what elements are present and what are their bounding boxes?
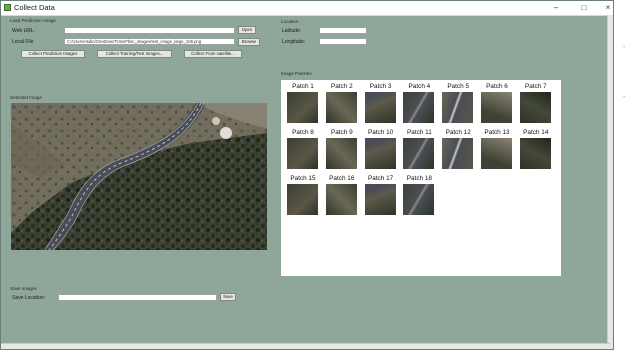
- local-file-input[interactable]: C:/Users/nsdin/OneDrive/Tcms/Fbsc_images…: [64, 38, 235, 45]
- title-bar: Collect Data – □ ×: [1, 1, 613, 16]
- patch-label: Patch 4: [408, 83, 431, 90]
- location-section-title: Location: [281, 19, 299, 24]
- patch-image: [519, 92, 551, 123]
- patch-label: Patch 11: [407, 129, 432, 136]
- longitude-label: Longitude:: [282, 39, 306, 45]
- patch-image: [325, 184, 357, 215]
- image-patch: Patch 6: [481, 83, 513, 123]
- image-patch: Patch 16: [325, 175, 358, 215]
- minimize-button[interactable]: –: [547, 2, 565, 14]
- image-patch: Patch 2: [325, 83, 358, 123]
- image-patch: Patch 14: [519, 129, 552, 169]
- image-patch: Patch 12: [442, 129, 474, 169]
- image-patch: Patch 5: [442, 83, 474, 123]
- save-location-label: Save Location:: [12, 295, 46, 301]
- patch-label: Patch 7: [524, 83, 547, 90]
- load-prediction-section-title: Load Prediction Image: [10, 18, 56, 23]
- image-patch: Patch 4: [403, 83, 435, 123]
- local-file-label: Local File: [12, 39, 34, 45]
- image-patch: Patch 9: [325, 129, 358, 169]
- collect-training-test-images-button[interactable]: Collect Training/Test Images...: [97, 50, 172, 58]
- patch-image: [325, 138, 357, 169]
- patch-image: [364, 92, 396, 123]
- latitude-input[interactable]: [319, 27, 367, 34]
- image-patch: Patch 8: [287, 129, 319, 169]
- patch-image: [325, 92, 357, 123]
- collect-from-satellite-button[interactable]: Collect From satellite...: [184, 50, 242, 58]
- patch-label: Patch 12: [445, 129, 471, 136]
- edge-mark-bottom: -: [623, 94, 626, 101]
- horizontal-scrollbar[interactable]: [1, 343, 610, 349]
- vertical-scrollbar[interactable]: [607, 15, 613, 349]
- window-title: Collect Data: [14, 3, 55, 12]
- patch-label: Patch 5: [447, 83, 470, 90]
- image-patch: Patch 11: [403, 129, 435, 169]
- image-patch: Patch 13: [481, 129, 513, 169]
- save-images-section-title: Save Images: [10, 286, 37, 291]
- patch-label: Patch 1: [292, 83, 314, 90]
- selected-image-section-title: Selected Image: [10, 95, 42, 100]
- image-patch: Patch 3: [364, 83, 397, 123]
- browse-button[interactable]: Browse: [238, 38, 260, 46]
- patch-image: [403, 92, 435, 123]
- image-patch: Patch 18: [403, 175, 435, 215]
- image-patch: Patch 15: [287, 175, 319, 215]
- open-button[interactable]: Open: [238, 26, 256, 34]
- patch-image: [403, 184, 435, 215]
- patch-image: [442, 92, 474, 123]
- patch-image: [481, 138, 512, 169]
- patch-image: [287, 184, 318, 215]
- collect-data-window: Collect Data – □ × Load Prediction Image…: [0, 0, 614, 350]
- image-patch: Patch 10: [364, 129, 397, 169]
- longitude-input[interactable]: [319, 38, 367, 45]
- image-patches-panel: Patch 1 Patch 2 Patch 3 Patch 4 Patch 5 Patch…: [281, 80, 561, 276]
- patch-label: Patch 13: [484, 129, 510, 136]
- web-url-label: Web URL:: [12, 28, 35, 34]
- patch-image: [287, 138, 318, 169]
- patch-label: Patch 16: [329, 175, 355, 182]
- edge-mark-top: -: [623, 44, 626, 51]
- patch-label: Patch 17: [367, 175, 394, 182]
- patch-label: Patch 18: [406, 175, 432, 182]
- image-patches-section-title: Image Patches: [281, 71, 312, 76]
- patch-label: Patch 14: [523, 129, 549, 136]
- image-patch: Patch 17: [364, 175, 397, 215]
- patch-image: [519, 138, 551, 169]
- save-location-input[interactable]: [58, 294, 217, 301]
- patch-image: [364, 138, 396, 169]
- maximize-button[interactable]: □: [575, 2, 593, 14]
- patch-label: Patch 2: [330, 83, 353, 90]
- patch-image: [481, 92, 512, 123]
- patch-image: [442, 138, 474, 169]
- close-button[interactable]: ×: [599, 2, 613, 14]
- collect-prediction-images-button[interactable]: Collect Prediction Images: [21, 50, 85, 58]
- patch-image: [364, 184, 396, 215]
- image-patch: Patch 7: [519, 83, 552, 123]
- patch-label: Patch 6: [486, 83, 508, 90]
- patch-image: [287, 92, 318, 123]
- save-button[interactable]: Save: [220, 293, 236, 301]
- patch-label: Patch 10: [367, 129, 394, 136]
- patch-label: Patch 8: [292, 129, 314, 136]
- latitude-label: Latitude:: [282, 28, 302, 34]
- web-url-input[interactable]: [64, 27, 235, 34]
- patch-image: [403, 138, 435, 169]
- image-patch: Patch 1: [287, 83, 319, 123]
- patch-label: Patch 9: [330, 129, 353, 136]
- patch-label: Patch 15: [290, 175, 316, 182]
- selected-aerial-image: [11, 103, 267, 250]
- patch-label: Patch 3: [369, 83, 392, 90]
- app-icon: [4, 4, 11, 11]
